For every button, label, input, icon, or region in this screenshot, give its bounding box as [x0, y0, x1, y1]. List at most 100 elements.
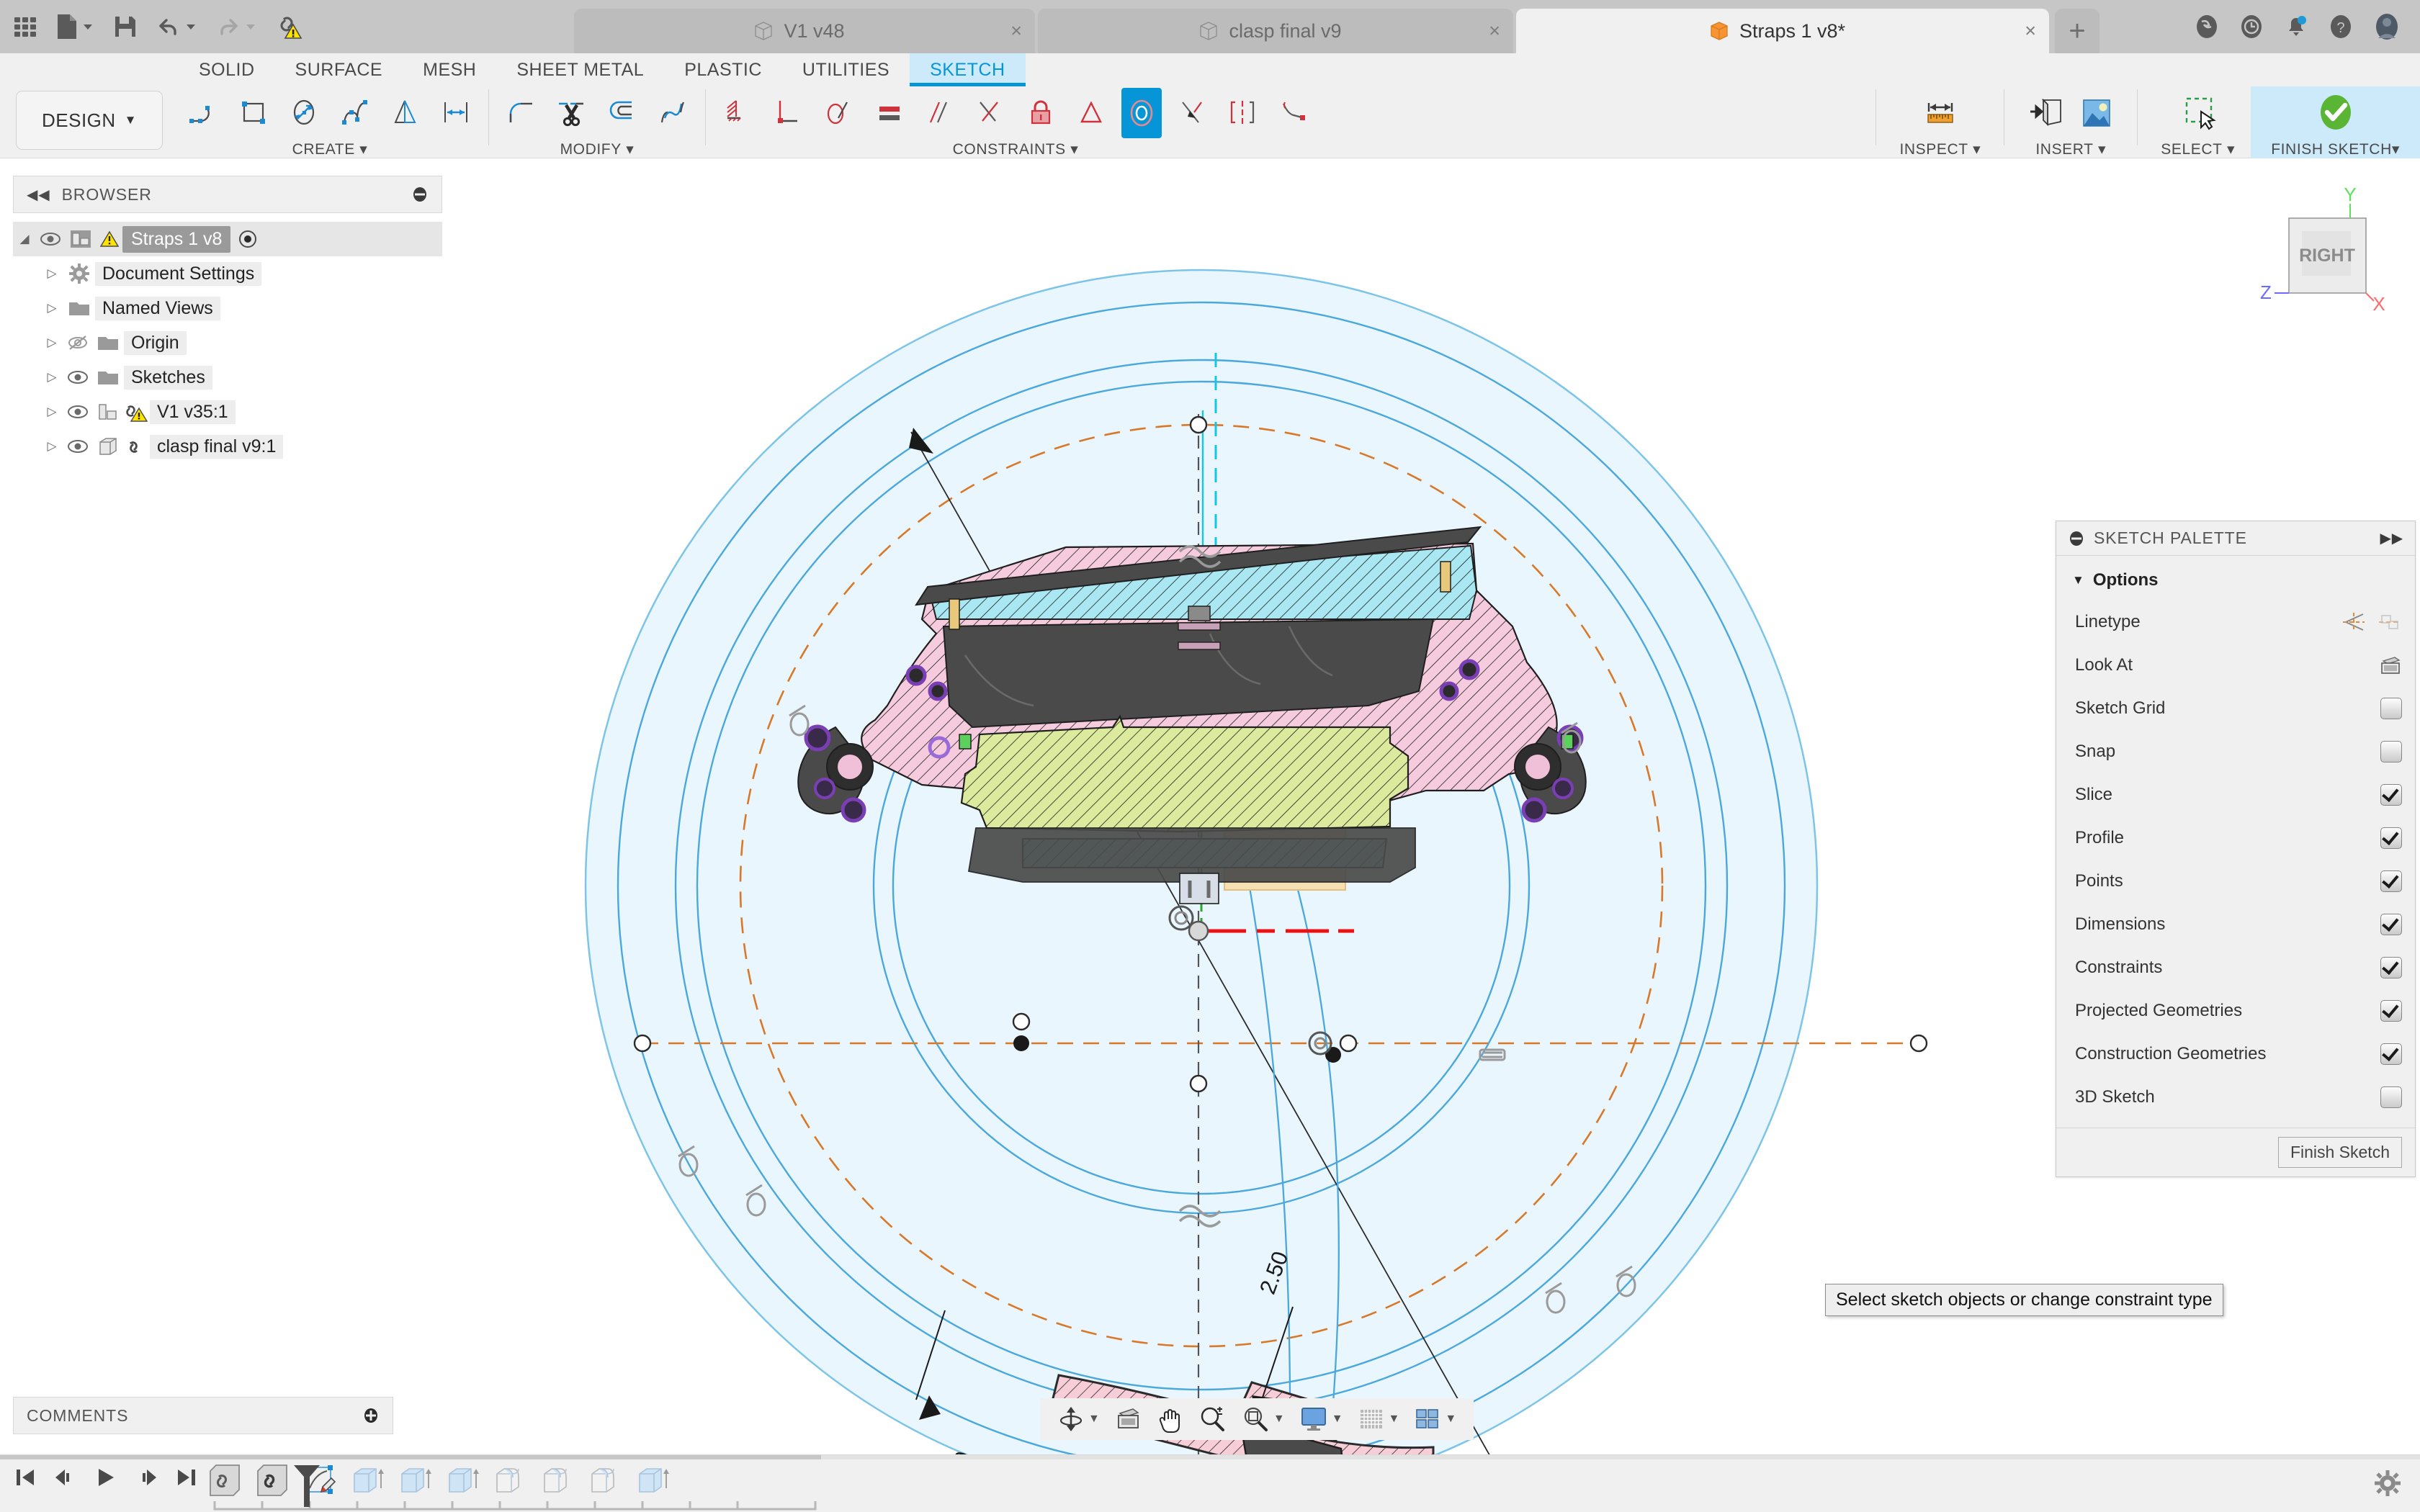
expand-arrow-icon[interactable]: ◢ [13, 232, 36, 246]
ribbon-tab-plastic[interactable]: PLASTIC [664, 53, 782, 86]
expand-panel-icon[interactable]: ▶▶ [2380, 529, 2403, 547]
timeline-feature-extrude-4[interactable] [634, 1462, 671, 1500]
horizontal-vertical-constraint[interactable] [970, 88, 1010, 138]
constraints-checkbox[interactable] [2380, 957, 2402, 978]
projected-geometries-checkbox[interactable] [2380, 1000, 2402, 1022]
slice-checkbox[interactable] [2380, 784, 2402, 806]
tree-item-v1-v35[interactable]: ▷ V1 v35:1 [13, 395, 442, 429]
finish-sketch-button[interactable]: Finish Sketch [2277, 1137, 2402, 1168]
construction-geometries-checkbox[interactable] [2380, 1043, 2402, 1065]
symmetry-constraint[interactable] [1222, 88, 1263, 138]
step-back-button[interactable] [53, 1465, 78, 1490]
new-tab-button[interactable]: + [2055, 9, 2099, 53]
expand-arrow-icon[interactable]: ▷ [40, 439, 63, 454]
3d-sketch-checkbox[interactable] [2380, 1086, 2402, 1108]
timeline-feature-extrude-3[interactable] [444, 1462, 481, 1500]
expand-arrow-icon[interactable]: ▷ [40, 405, 63, 419]
redo-button[interactable] [216, 7, 257, 46]
job-status-icon[interactable] [2237, 12, 2266, 41]
viewports-button[interactable]: ▼ [1407, 1405, 1464, 1433]
curvature-constraint[interactable] [1273, 88, 1313, 138]
offset-tool[interactable] [602, 88, 642, 138]
trim-tool[interactable] [552, 88, 592, 138]
fillet-tool[interactable] [501, 88, 542, 138]
grid-snap-button[interactable]: ▼ [1350, 1405, 1407, 1433]
help-icon[interactable]: ? [2326, 12, 2355, 41]
step-forward-button[interactable] [134, 1465, 158, 1490]
points-checkbox[interactable] [2380, 870, 2402, 892]
save-button[interactable] [113, 7, 138, 46]
options-section-header[interactable]: ▼ Options [2056, 563, 2415, 600]
expand-arrow-icon[interactable]: ▷ [40, 266, 63, 281]
profile-checkbox[interactable] [2380, 827, 2402, 849]
expand-arrow-icon[interactable]: ▷ [40, 301, 63, 315]
timeline-feature-extrude-1[interactable] [349, 1462, 386, 1500]
tree-item-named-views[interactable]: ▷ Named Views [13, 291, 442, 325]
tree-item-origin[interactable]: ▷ Origin [13, 325, 442, 360]
visibility-eye-icon[interactable] [63, 370, 92, 384]
timeline-feature-fillet-1[interactable] [491, 1462, 529, 1500]
link-warning-icon[interactable] [276, 7, 303, 46]
timeline-feature-fillet-2[interactable] [539, 1462, 576, 1500]
workspace-switcher[interactable]: DESIGN ▼ [16, 91, 163, 150]
undo-button[interactable] [156, 7, 197, 46]
go-to-end-button[interactable] [174, 1465, 199, 1490]
construction-linetype-icon[interactable] [2341, 611, 2366, 633]
notifications-icon[interactable] [2282, 12, 2311, 41]
fix-unfix-constraint[interactable] [718, 88, 758, 138]
activate-component-radio[interactable] [238, 229, 258, 249]
snap-checkbox[interactable] [2380, 741, 2402, 762]
tree-item-document-settings[interactable]: ▷ Document Settings [13, 256, 442, 291]
pan-button[interactable] [1149, 1405, 1191, 1434]
expand-arrow-icon[interactable]: ▷ [40, 336, 63, 350]
file-menu-button[interactable] [56, 7, 94, 46]
go-to-beginning-button[interactable] [13, 1465, 37, 1490]
visibility-eye-icon[interactable] [63, 439, 92, 454]
timeline-feature-insert-1[interactable] [206, 1462, 243, 1500]
parallel-constraint[interactable] [920, 88, 960, 138]
tree-item-sketches[interactable]: ▷ Sketches [13, 360, 442, 395]
insert-group[interactable]: INSERT ▾ [2012, 86, 2130, 158]
visibility-eye-icon[interactable] [36, 232, 65, 246]
sketch-dimension-tool[interactable] [436, 88, 476, 138]
app-grid-button[interactable] [13, 7, 37, 46]
lock-constraint[interactable] [1021, 88, 1061, 138]
close-icon[interactable]: × [1010, 21, 1022, 41]
ribbon-tab-surface[interactable]: SURFACE [275, 53, 403, 86]
ribbon-tab-utilities[interactable]: UTILITIES [782, 53, 910, 86]
document-tab-1[interactable]: clasp final v9 × [1038, 9, 1513, 53]
timeline-feature-insert-2[interactable] [254, 1462, 291, 1500]
look-at-button[interactable] [1107, 1406, 1149, 1432]
circle-tool[interactable] [284, 88, 325, 138]
tree-item-straps-1-v8[interactable]: ◢ Straps 1 v8 [13, 222, 442, 256]
concentric-constraint[interactable] [1121, 87, 1162, 138]
avatar[interactable] [2371, 11, 2403, 42]
document-tab-0[interactable]: V1 v48 × [574, 9, 1035, 53]
ribbon-tab-sheet-metal[interactable]: SHEET METAL [496, 53, 664, 86]
orbit-button[interactable]: ▼ [1050, 1405, 1107, 1434]
look-at-icon[interactable] [2379, 655, 2402, 675]
display-settings-button[interactable]: ▼ [1292, 1405, 1350, 1433]
centerline-linetype-icon[interactable] [2378, 611, 2402, 633]
mirror-tool[interactable] [385, 88, 426, 138]
perpendicular-constraint[interactable] [768, 88, 809, 138]
close-icon[interactable]: × [2025, 21, 2036, 41]
finish-sketch-group[interactable]: FINISH SKETCH▾ [2251, 86, 2420, 158]
plus-icon[interactable] [362, 1407, 380, 1424]
tangent-constraint[interactable] [819, 88, 859, 138]
extensions-icon[interactable] [2192, 12, 2221, 41]
ribbon-group-constraints-label[interactable]: CONSTRAINTS ▾ [953, 140, 1079, 158]
timeline-feature-fillet-3[interactable] [586, 1462, 624, 1500]
collinear-constraint[interactable] [1071, 88, 1111, 138]
play-button[interactable] [94, 1465, 118, 1490]
ribbon-group-modify-label[interactable]: MODIFY ▾ [560, 140, 635, 158]
comments-panel[interactable]: COMMENTS [13, 1397, 393, 1434]
timeline-feature-extrude-2[interactable] [396, 1462, 434, 1500]
spline-tool[interactable] [335, 88, 375, 138]
break-tool[interactable] [653, 88, 693, 138]
close-icon[interactable]: × [1489, 21, 1500, 41]
sketch-grid-checkbox[interactable] [2380, 698, 2402, 719]
line-tool[interactable] [184, 88, 224, 138]
ribbon-group-create-label[interactable]: CREATE ▾ [292, 140, 368, 158]
ribbon-tab-mesh[interactable]: MESH [403, 53, 496, 86]
